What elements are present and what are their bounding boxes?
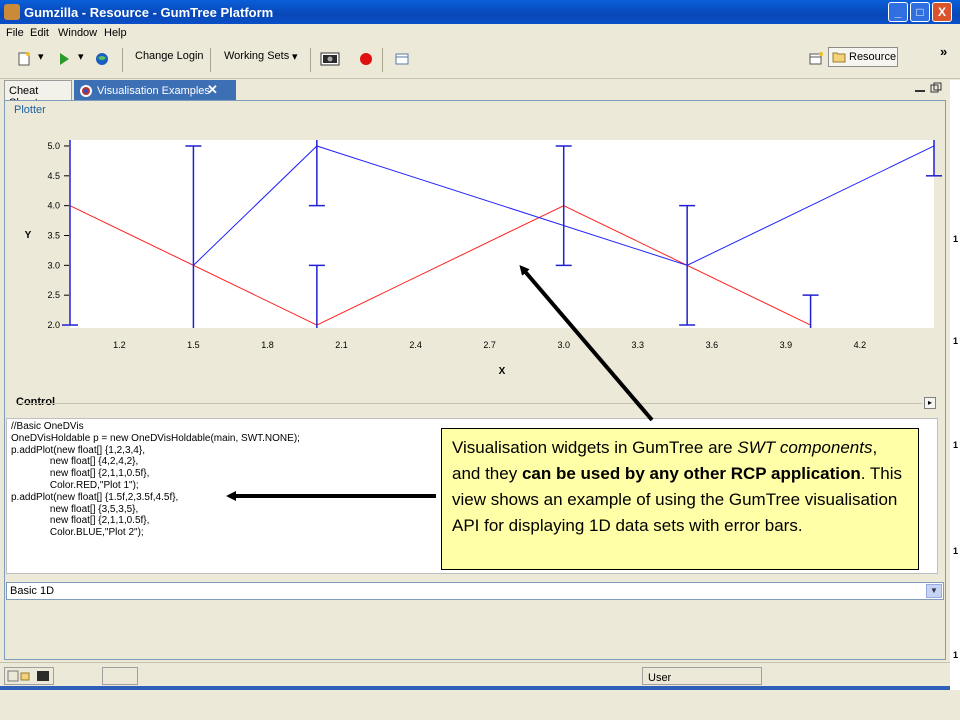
table-view-icon[interactable] — [394, 51, 410, 67]
run-icon[interactable] — [56, 51, 72, 67]
main-toolbar: ▾ ▾ Change Login Working Sets ▾ Resource… — [0, 42, 960, 79]
x-tick-label: 2.1 — [335, 340, 348, 350]
x-tick-label: 3.9 — [780, 340, 793, 350]
y-tick-label: 2.0 — [47, 320, 60, 330]
new-file-icon[interactable] — [16, 51, 32, 67]
title-bar: Gumzilla - Resource - GumTree Platform _… — [0, 0, 960, 24]
user-status: User — [648, 672, 672, 684]
working-sets-button[interactable]: Working Sets — [224, 50, 289, 62]
camera-icon[interactable] — [320, 51, 340, 67]
plotter-label: Plotter — [14, 104, 46, 116]
maximize-button[interactable]: □ — [910, 2, 930, 22]
fast-view-icons[interactable] — [7, 670, 51, 682]
minimize-button[interactable]: _ — [888, 2, 908, 22]
menu-window[interactable]: Window — [58, 27, 97, 39]
run-dropdown-icon[interactable]: ▾ — [78, 50, 84, 63]
window-title: Gumzilla - Resource - GumTree Platform — [24, 5, 274, 20]
edge-mark: 1 — [953, 650, 959, 660]
toolbar-separator — [310, 48, 311, 72]
editor-tabs: Cheat Sheets Visualisation Examples ✕ — [4, 80, 946, 109]
status-bar: User — [0, 662, 960, 687]
chevron-down-icon[interactable]: ▼ — [926, 584, 942, 598]
menu-bar: File Edit Window Help — [0, 24, 960, 42]
globe-icon[interactable] — [94, 51, 110, 67]
y-axis-label: Y — [25, 230, 32, 241]
y-tick-label: 3.0 — [47, 260, 60, 270]
edge-mark: 1 — [953, 336, 959, 346]
working-sets-dropdown-icon[interactable]: ▾ — [292, 50, 298, 63]
control-label: Control — [16, 396, 56, 408]
toolbar-overflow-icon[interactable]: » — [940, 44, 947, 59]
y-tick-label: 4.5 — [47, 171, 60, 181]
visualisation-icon — [80, 85, 92, 97]
status-field — [102, 667, 138, 685]
maximize-view-icon[interactable] — [930, 82, 942, 94]
tab-visualisation-examples[interactable]: Visualisation Examples ✕ — [74, 80, 236, 100]
taskbar-strip — [0, 686, 960, 720]
x-tick-label: 3.3 — [632, 340, 645, 350]
new-dropdown-icon[interactable]: ▾ — [38, 50, 44, 63]
y-tick-label: 5.0 — [47, 141, 60, 151]
app-icon — [4, 4, 20, 20]
menu-edit[interactable]: Edit — [30, 27, 49, 39]
edge-mark: 1 — [953, 234, 959, 244]
menu-file[interactable]: File — [6, 27, 24, 39]
callout-text-swt: SWT components — [737, 438, 873, 457]
x-tick-label: 1.5 — [187, 340, 200, 350]
x-axis-label: X — [499, 366, 506, 377]
x-tick-label: 1.8 — [261, 340, 274, 350]
collapse-control-icon[interactable]: ▸ — [924, 397, 936, 409]
x-tick-label: 1.2 — [113, 340, 126, 350]
x-tick-label: 2.4 — [409, 340, 422, 350]
callout-text-1: Visualisation widgets in GumTree are — [452, 438, 738, 457]
x-tick-label: 3.6 — [706, 340, 719, 350]
example-selector-value: Basic 1D — [10, 585, 55, 597]
plot-background — [70, 140, 934, 328]
taskbar-edge — [0, 686, 960, 690]
open-perspective-icon[interactable] — [808, 51, 824, 67]
y-tick-label: 2.5 — [47, 290, 60, 300]
toolbar-separator — [122, 48, 123, 72]
x-tick-label: 2.7 — [483, 340, 496, 350]
tab-visualisation-label: Visualisation Examples — [97, 85, 210, 97]
edge-mark: 1 — [953, 440, 959, 450]
tab-cheat-sheets[interactable]: Cheat Sheets — [4, 80, 72, 109]
toolbar-separator — [210, 48, 211, 72]
x-tick-label: 3.0 — [557, 340, 570, 350]
x-tick-label: 4.2 — [854, 340, 867, 350]
minimize-view-icon[interactable] — [914, 84, 926, 94]
y-tick-label: 4.0 — [47, 201, 60, 211]
close-button[interactable]: X — [932, 2, 952, 22]
background-page-edge: 1 1 1 1 1 — [950, 80, 960, 690]
fast-view-bar — [4, 667, 54, 685]
y-tick-label: 3.5 — [47, 230, 60, 240]
resource-perspective-button[interactable]: Resource — [828, 47, 898, 67]
change-login-button[interactable]: Change Login — [135, 50, 204, 62]
callout-text-rcp: can be used by any other RCP application — [521, 464, 861, 483]
resource-label: Resource — [849, 51, 897, 63]
plotter-chart[interactable]: 2.0 2.5 3.0 3.5 4.0 4.5 5.0 1.2 1.5 1.8 2.1 2.4 2.7 3… — [8, 116, 944, 392]
example-selector[interactable]: Basic 1D ▼ — [6, 582, 944, 600]
tab-close-icon[interactable]: ✕ — [207, 82, 218, 98]
callout-note: Visualisation widgets in GumTree are SWT… — [441, 428, 919, 570]
folder-icon — [832, 52, 846, 63]
control-divider — [18, 403, 922, 404]
menu-help[interactable]: Help — [104, 27, 127, 39]
record-icon[interactable] — [358, 51, 374, 67]
edge-mark: 1 — [953, 546, 959, 556]
toolbar-separator — [382, 48, 383, 72]
